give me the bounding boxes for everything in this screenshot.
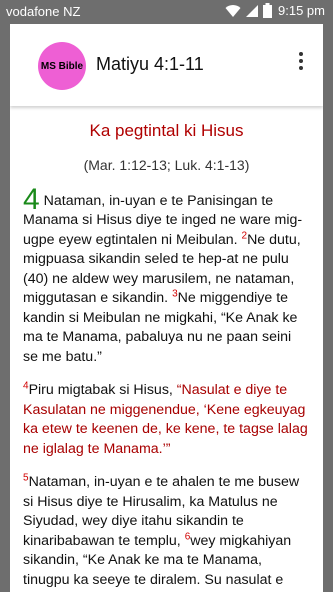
overflow-menu-icon[interactable] xyxy=(297,52,305,72)
app-logo-text: MS Bible xyxy=(40,60,84,72)
app-window: MS Bible Matiyu 4:1-11 Ka pegtintal ki H… xyxy=(10,24,323,592)
clock: 9:15 pm xyxy=(278,3,325,18)
battery-icon xyxy=(263,3,273,18)
app-logo[interactable]: MS Bible xyxy=(38,42,86,90)
status-icons: 9:15 pm xyxy=(225,3,325,18)
page-title[interactable]: Matiyu 4:1-11 xyxy=(96,54,204,75)
verse-4-text: Piru migtabak si Hisus, xyxy=(28,382,177,398)
app-bar: MS Bible Matiyu 4:1-11 xyxy=(10,24,323,106)
cross-references: (Mar. 1:12-13; Luk. 4:1-13) xyxy=(83,157,250,173)
paragraph-3: 5Nataman, in-uyan e te ahalen te me buse… xyxy=(23,473,310,592)
signal-icon xyxy=(246,4,259,17)
wifi-icon xyxy=(225,4,241,17)
chapter-number: 4 xyxy=(23,182,40,216)
status-bar: vodafone NZ 9:15 pm xyxy=(0,0,333,24)
section-heading: Ka pegtintal ki Hisus xyxy=(89,121,244,140)
scripture-content: Ka pegtintal ki Hisus (Mar. 1:12-13; Luk… xyxy=(10,120,323,592)
paragraph-2: 4Piru migtabak si Hisus, “Nasulat e diye… xyxy=(23,381,310,459)
carrier-name: vodafone NZ xyxy=(6,4,81,19)
paragraph-1: 4 Nataman, in-uyan e te Panisingan te Ma… xyxy=(23,184,310,368)
